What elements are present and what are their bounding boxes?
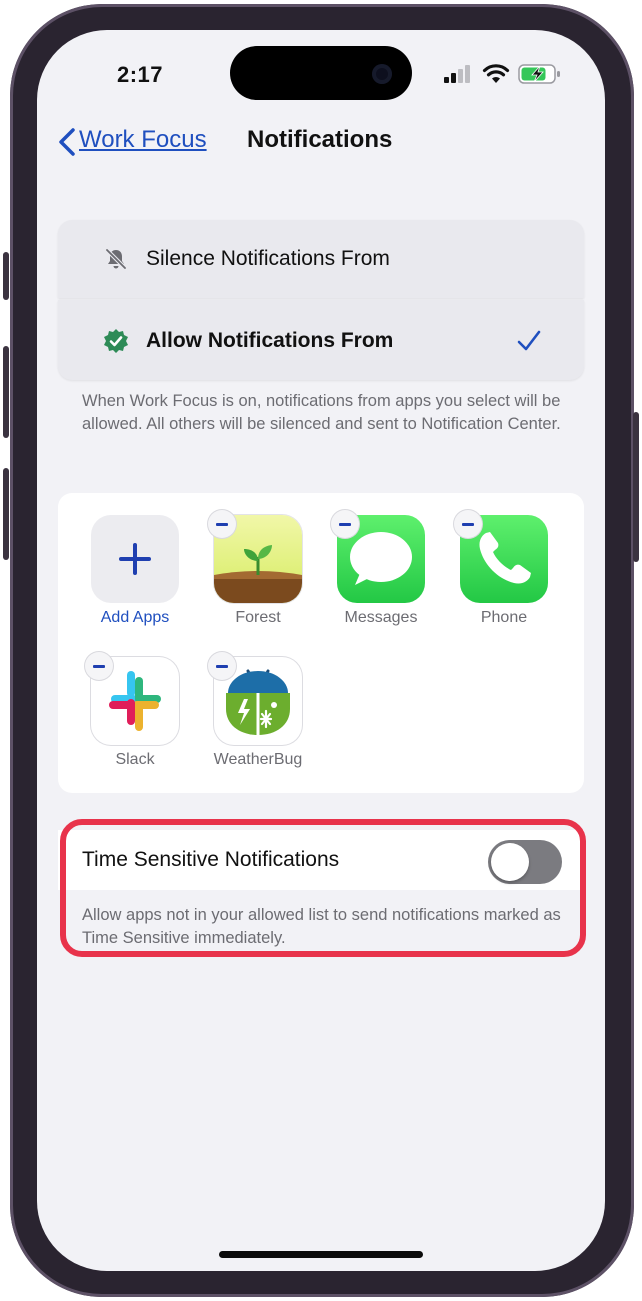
allow-option-label: Allow Notifications From xyxy=(146,329,394,352)
mode-description: When Work Focus is on, notifications fro… xyxy=(82,392,561,433)
status-time: 2:17 xyxy=(117,62,164,87)
allowed-apps-card: Add Apps Forest Messages Phone Slack Wea… xyxy=(58,493,584,793)
add-apps-button[interactable]: Add Apps xyxy=(80,515,190,627)
cellular-signal-icon xyxy=(444,65,472,83)
app-label: Forest xyxy=(235,609,281,626)
plus-icon xyxy=(91,515,179,603)
app-label: Slack xyxy=(115,751,155,768)
action-button xyxy=(3,252,9,300)
power-button xyxy=(633,412,639,562)
volume-down-button xyxy=(3,468,9,560)
highlight-annotation-box xyxy=(60,819,586,957)
back-button[interactable]: Work Focus xyxy=(79,126,207,154)
silence-notifications-option[interactable]: Silence Notifications From xyxy=(58,220,584,298)
selected-checkmark-icon xyxy=(516,328,542,354)
app-label: WeatherBug xyxy=(213,751,303,768)
battery-charging-icon xyxy=(518,63,562,85)
add-apps-label: Add Apps xyxy=(100,609,170,626)
screen: 2:17 Work Focus Notifications Silence No… xyxy=(37,30,605,1271)
home-indicator[interactable] xyxy=(219,1251,423,1258)
app-label: Phone xyxy=(480,609,528,626)
allow-notifications-option[interactable]: Allow Notifications From xyxy=(58,300,584,380)
front-camera xyxy=(372,64,392,84)
remove-slack-button[interactable] xyxy=(85,652,113,680)
checkmark-seal-icon xyxy=(103,328,129,354)
page-title: Notifications xyxy=(247,126,393,153)
remove-forest-button[interactable] xyxy=(208,510,236,538)
app-label: Messages xyxy=(344,609,418,626)
wifi-icon xyxy=(482,63,510,85)
silence-option-label: Silence Notifications From xyxy=(146,247,390,270)
remove-phone-button[interactable] xyxy=(454,510,482,538)
volume-up-button xyxy=(3,346,9,438)
remove-messages-button[interactable] xyxy=(331,510,359,538)
bell-slash-icon xyxy=(104,247,128,271)
remove-weatherbug-button[interactable] xyxy=(208,652,236,680)
